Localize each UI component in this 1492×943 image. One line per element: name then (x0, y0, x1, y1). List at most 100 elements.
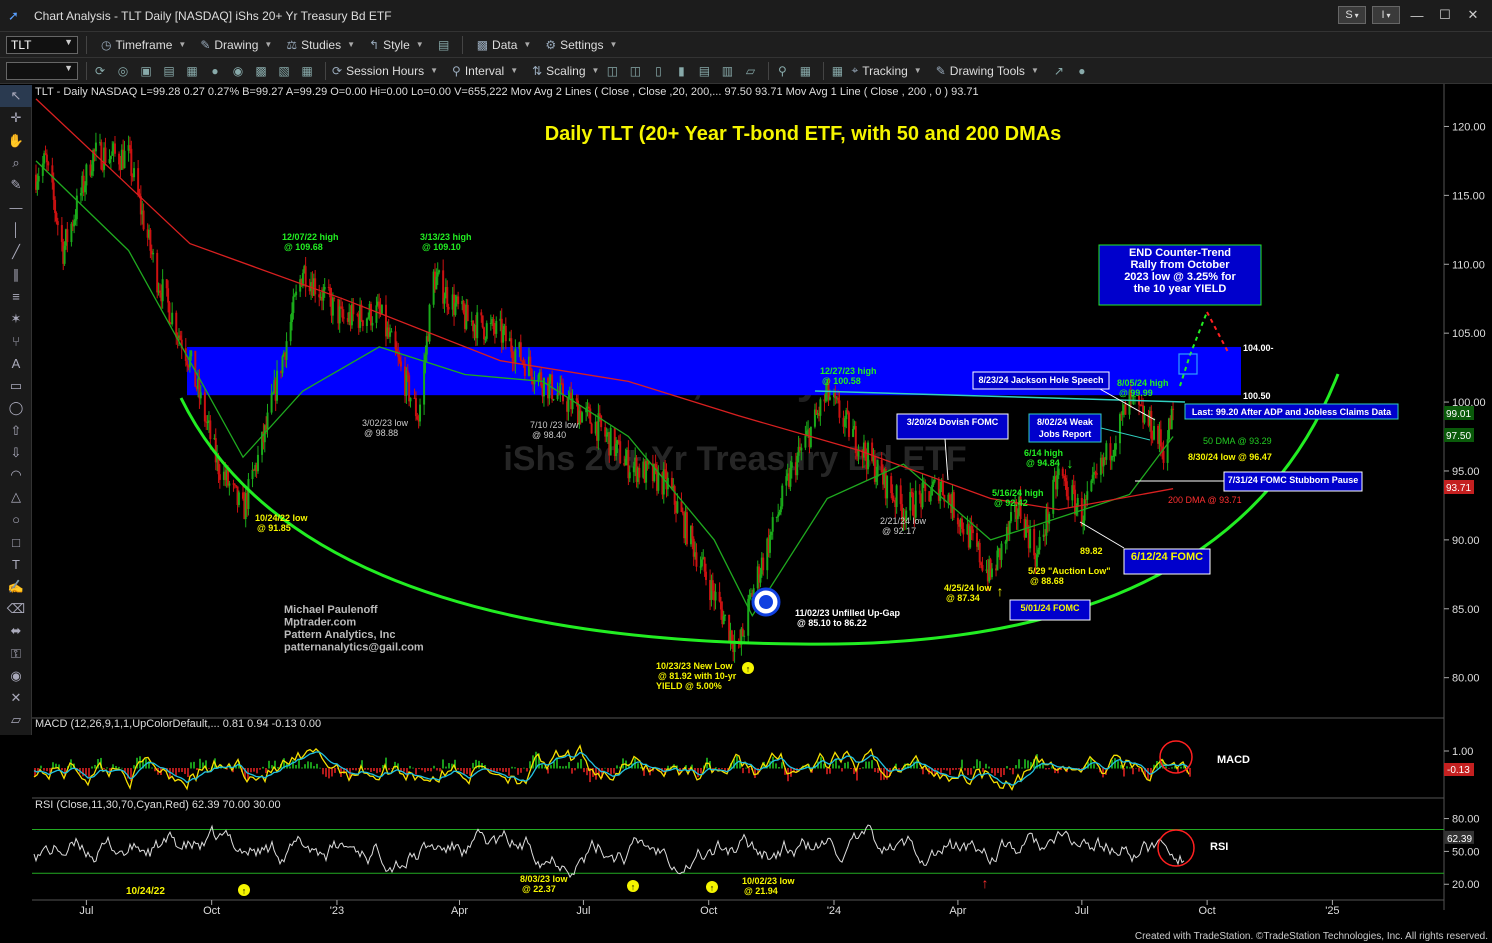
macd-hist-bar (409, 765, 411, 769)
candle-body (587, 406, 590, 409)
candle-body (529, 356, 532, 370)
x-tick-label: Apr (451, 905, 468, 917)
macd-hist-bar (1117, 761, 1119, 769)
macd-hist-bar (208, 768, 210, 769)
macd-hist-bar (505, 768, 507, 772)
candle-body (1000, 543, 1003, 560)
macd-hist-bar (496, 768, 498, 772)
candle-body (492, 318, 495, 330)
macd-hist-bar (1021, 767, 1023, 769)
candle-body (109, 155, 112, 160)
macd-hist-bar (403, 768, 405, 772)
candle-body (676, 501, 679, 513)
x-tick-label: Jul (79, 905, 93, 917)
macd-hist-bar (187, 768, 189, 778)
candle-body (980, 562, 983, 566)
macd-hist-bar (850, 768, 852, 770)
macd-hist-bar (46, 768, 48, 772)
candle-body (333, 297, 336, 299)
arrow-down-icon: ↓ (1067, 455, 1074, 471)
macd-hist-bar (253, 768, 255, 772)
macd-hist-bar (964, 768, 966, 771)
annotation-line2: @ 88.68 (1030, 576, 1064, 586)
candle-body (414, 398, 417, 417)
candle-body (397, 353, 400, 357)
x-tick-label: Oct (1199, 905, 1216, 917)
macd-hist-bar (1171, 767, 1173, 769)
macd-hist-bar (580, 758, 582, 769)
macd-hist-bar (40, 765, 42, 769)
candle-body (399, 361, 402, 367)
macd-hist-bar (1006, 766, 1008, 769)
macd-hist-bar (1015, 765, 1017, 769)
rsi-label: RSI (1210, 841, 1228, 853)
candle-body (719, 601, 722, 610)
macd-hist-bar (256, 768, 258, 774)
candle-body (762, 557, 765, 571)
macd-hist-bar (418, 768, 420, 770)
candle-body (1153, 426, 1156, 440)
candle-body (149, 229, 152, 251)
candle-body (66, 229, 69, 243)
y-tick-label: 85.00 (1452, 604, 1480, 616)
candle-body (1038, 536, 1041, 550)
candle-body (1118, 414, 1121, 444)
candle-body (724, 614, 727, 617)
candle-body (605, 434, 608, 437)
candle-body (632, 466, 635, 473)
candle-body (190, 350, 193, 357)
candle-body (158, 290, 161, 293)
macd-hist-bar (985, 763, 987, 769)
macd-hist-bar (313, 766, 315, 769)
chart-title: Daily TLT (20+ Year T-bond ETF, with 50 … (545, 123, 1062, 145)
x-tick-label: '25 (1325, 905, 1339, 917)
rsi-tick-label: 20.00 (1452, 879, 1480, 891)
candle-body (1162, 450, 1165, 463)
candle-body (55, 213, 58, 222)
macd-hist-bar (955, 768, 957, 770)
candle-body (933, 479, 936, 482)
macd-panel[interactable]: 1.00 -0.13 (33, 740, 1474, 791)
candle-body (619, 441, 622, 463)
candle-body (241, 492, 244, 499)
macd-legend: MACD (12,26,9,1,1,UpColorDefault,... 0.8… (35, 718, 321, 730)
candle-body (480, 312, 483, 316)
candle-body (703, 557, 706, 572)
candle-body (828, 397, 831, 400)
candle-body (398, 356, 401, 362)
candle-body (948, 494, 951, 503)
footer-credit: Created with TradeStation. ©TradeStation… (1134, 931, 1488, 942)
candle-body (685, 512, 688, 545)
annotation-line2: @ 98.88 (364, 428, 398, 438)
rsi-legend: RSI (Close,11,30,70,Cyan,Red) 62.39 70.0… (35, 799, 281, 811)
candle-body (84, 185, 87, 193)
macd-hist-bar (583, 768, 585, 773)
annotation-line2: @ 92.17 (882, 526, 916, 536)
chart-canvas[interactable]: 120.00115.00110.00105.00100.0095.0090.00… (0, 0, 1492, 943)
macd-hist-bar (943, 768, 945, 770)
ma50-marker: 97.50 (1446, 431, 1471, 442)
candle-body (514, 348, 517, 364)
macd-hist-bar (967, 768, 969, 776)
macd-hist-bar (1024, 759, 1026, 769)
candle-body (161, 279, 164, 302)
price-axis[interactable] (1444, 84, 1492, 910)
macd-hist-bar (568, 762, 570, 769)
candle-body (548, 381, 551, 399)
x-tick-label: Apr (949, 905, 966, 917)
macd-hist-bar (1126, 766, 1128, 769)
candle-body (51, 165, 54, 183)
macd-hist-bar (508, 768, 510, 776)
macd-hist-bar (103, 768, 105, 770)
macd-hist-bar (1138, 768, 1140, 772)
candle-body (759, 574, 762, 583)
candle-body (137, 168, 140, 194)
candle-body (1072, 485, 1075, 490)
candle-body (700, 559, 703, 567)
macd-hist-bar (427, 768, 429, 772)
chart-header: TLT - Daily NASDAQ L=99.28 0.27 0.27% B=… (35, 86, 979, 98)
macd-hist-bar (970, 768, 972, 775)
macd-hist-bar (988, 766, 990, 769)
macd-hist-bar (520, 768, 522, 773)
resistance-zone[interactable]: 104.00- 100.50 (187, 343, 1274, 401)
